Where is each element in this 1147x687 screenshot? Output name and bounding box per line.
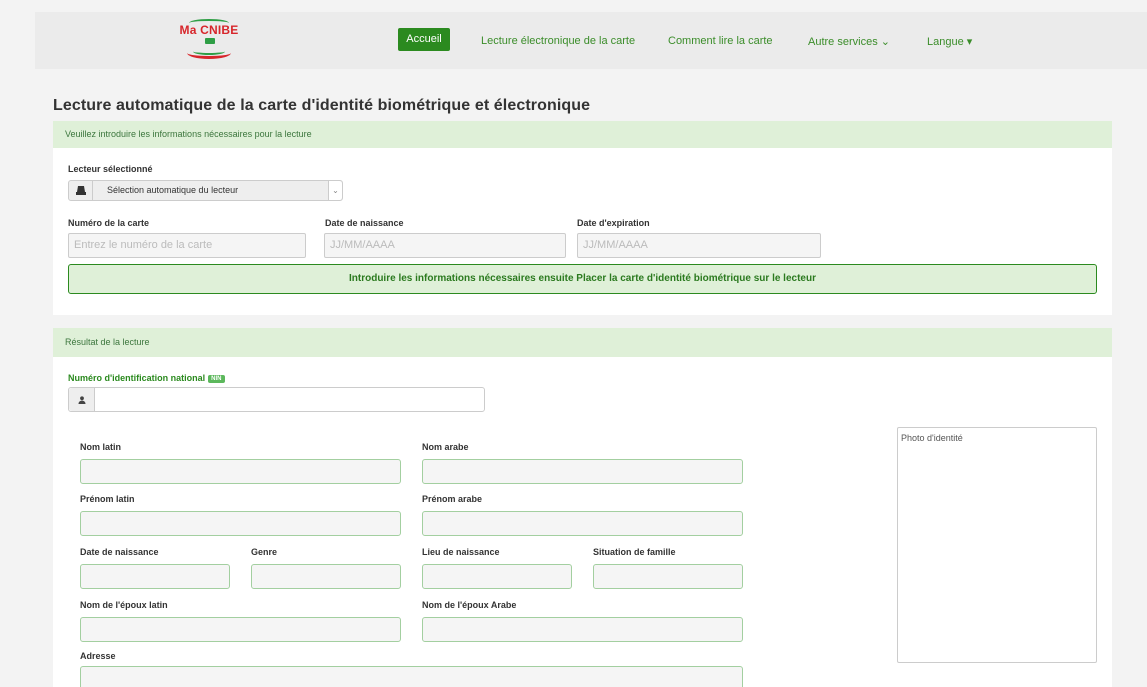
chevron-down-icon: ⌄ bbox=[328, 181, 342, 200]
reader-select[interactable]: Sélection automatique du lecteur ⌄ bbox=[68, 180, 343, 201]
nav-lecture-electronique[interactable]: Lecture électronique de la carte bbox=[481, 35, 635, 47]
situation-famille-label: Situation de famille bbox=[593, 547, 676, 557]
birth-date-label: Date de naissance bbox=[325, 218, 404, 228]
prenom-arabe-field[interactable] bbox=[422, 511, 743, 536]
situation-famille-field[interactable] bbox=[593, 564, 743, 589]
epoux-arabe-label: Nom de l'époux Arabe bbox=[422, 600, 517, 610]
genre-field[interactable] bbox=[251, 564, 401, 589]
nav-comment-lire[interactable]: Comment lire la carte bbox=[668, 35, 773, 47]
nin-label-text: Numéro d'identification national bbox=[68, 373, 206, 383]
birth-date-input[interactable]: JJ/MM/AAAA bbox=[324, 233, 566, 258]
lieu-naissance-field[interactable] bbox=[422, 564, 572, 589]
prenom-latin-field[interactable] bbox=[80, 511, 401, 536]
epoux-arabe-field[interactable] bbox=[422, 617, 743, 642]
epoux-latin-label: Nom de l'époux latin bbox=[80, 600, 168, 610]
brand-logo[interactable]: Ma CNIBE bbox=[167, 19, 251, 63]
card-number-input[interactable]: Entrez le numéro de la carte bbox=[68, 233, 306, 258]
prenom-arabe-label: Prénom arabe bbox=[422, 494, 483, 504]
nav-autre-services-dropdown[interactable]: Autre services ⌄ bbox=[808, 35, 890, 48]
nom-latin-field[interactable] bbox=[80, 459, 401, 484]
date-naissance-label: Date de naissance bbox=[80, 547, 159, 557]
nom-arabe-field[interactable] bbox=[422, 459, 743, 484]
photo-box: Photo d'identité bbox=[897, 427, 1097, 663]
flag-icon bbox=[205, 38, 215, 44]
nom-arabe-label: Nom arabe bbox=[422, 442, 469, 452]
instruction-alert: Introduire les informations nécessaires … bbox=[68, 264, 1097, 294]
result-panel-heading: Résultat de la lecture bbox=[53, 328, 1112, 357]
nin-badge: NIN bbox=[208, 375, 225, 383]
genre-label: Genre bbox=[251, 547, 278, 557]
top-navbar: Ma CNIBE Accueil Lecture électronique de… bbox=[35, 12, 1147, 69]
reader-label: Lecteur sélectionné bbox=[68, 164, 153, 174]
adresse-label: Adresse bbox=[80, 651, 116, 661]
nom-latin-label: Nom latin bbox=[80, 442, 122, 452]
date-naissance-field[interactable] bbox=[80, 564, 230, 589]
expiry-date-input[interactable]: JJ/MM/AAAA bbox=[577, 233, 821, 258]
card-number-label: Numéro de la carte bbox=[68, 218, 150, 228]
epoux-latin-field[interactable] bbox=[80, 617, 401, 642]
nav-accueil[interactable]: Accueil bbox=[398, 28, 450, 51]
nin-value bbox=[95, 388, 484, 411]
nav-langue-dropdown[interactable]: Langue ▾ bbox=[927, 35, 972, 48]
input-panel-heading: Veuillez introduire les informations néc… bbox=[53, 121, 1112, 148]
logo-text: Ma CNIBE bbox=[179, 23, 239, 37]
card-reader-icon bbox=[69, 181, 93, 200]
page-title: Lecture automatique de la carte d'identi… bbox=[53, 97, 591, 114]
photo-label: Photo d'identité bbox=[901, 433, 963, 443]
result-panel: Résultat de la lecture Numéro d'identifi… bbox=[53, 328, 1112, 687]
user-icon bbox=[69, 388, 95, 411]
expiry-date-label: Date d'expiration bbox=[577, 218, 650, 228]
input-panel: Veuillez introduire les informations néc… bbox=[53, 121, 1112, 315]
reader-select-value: Sélection automatique du lecteur bbox=[107, 185, 239, 195]
prenom-latin-label: Prénom latin bbox=[80, 494, 135, 504]
lieu-naissance-label: Lieu de naissance bbox=[422, 547, 500, 557]
adresse-field[interactable] bbox=[80, 666, 743, 687]
nin-input[interactable] bbox=[68, 387, 485, 412]
nin-label: Numéro d'identification national NIN bbox=[68, 373, 225, 383]
